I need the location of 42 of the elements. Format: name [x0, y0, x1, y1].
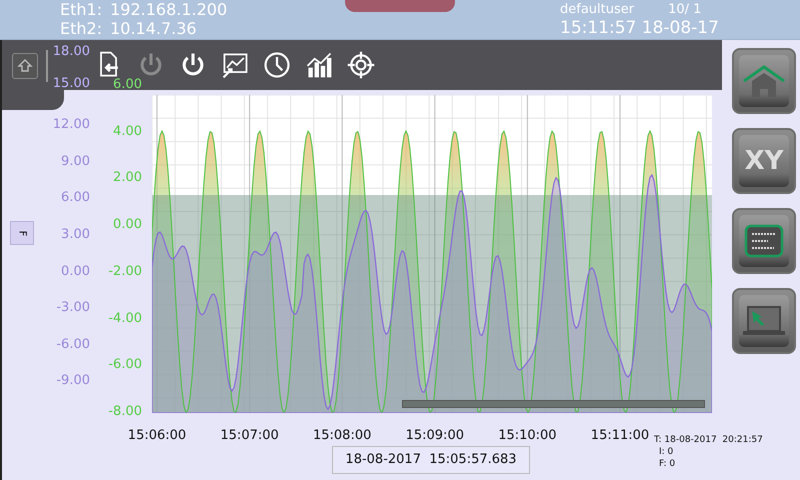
eth2-label: Eth2:	[60, 19, 102, 38]
user-name: defaultuser	[560, 2, 634, 18]
info-text: I: 0	[659, 447, 674, 458]
axis-label: 18.00	[52, 44, 90, 59]
axis-label: 15:07:00	[219, 427, 280, 445]
axis-label: 12.00	[52, 117, 90, 132]
pull-tab[interactable]	[345, 0, 455, 12]
axis-label: 15:08:00	[312, 427, 372, 445]
axis-label: 3.00	[60, 227, 90, 242]
scrollbar[interactable]	[402, 400, 705, 408]
axis-label: 9.00	[60, 154, 90, 169]
date-time: 15:11:57 18-08-17	[560, 18, 719, 38]
binary-button[interactable]	[732, 208, 796, 274]
cursor-time: 18-08-2017 15:05:57.683	[332, 446, 530, 474]
axis-label: 15:10:00	[497, 427, 558, 445]
axis-label: -6.00	[55, 336, 90, 352]
eth1-label: Eth1:	[60, 0, 102, 19]
pointer-button[interactable]	[732, 288, 796, 354]
axis-label: -9.00	[55, 373, 90, 388]
axis-label: 2.00	[112, 170, 142, 186]
axis-label: 0.00	[112, 217, 142, 232]
eth2-address: 10.14.7.36	[110, 19, 197, 38]
axis-label: 15.00	[52, 76, 90, 91]
axis-label: 15:06:00	[126, 427, 188, 445]
side-tab[interactable]: F	[10, 221, 34, 245]
info-text: F: 0	[659, 459, 676, 470]
axis-label: -2.00	[107, 264, 142, 279]
home-button[interactable]	[732, 48, 796, 114]
axis-label: 6.00	[60, 190, 90, 206]
axis-label: -4.00	[107, 310, 142, 326]
axis-label: -3.00	[55, 300, 90, 316]
axis-label: 4.00	[112, 124, 142, 139]
collapse-button[interactable]	[12, 53, 38, 79]
page-counter: 10/ 1	[668, 2, 702, 18]
eth1-address: 192.168.1.200	[110, 0, 228, 19]
axis-label: 6.00	[112, 77, 142, 92]
info-text: T: 18-08-2017 20:21:57	[654, 435, 763, 446]
axis-label: 0.00	[60, 264, 90, 279]
axis-label: -6.00	[107, 357, 142, 372]
axis-label: 15:11:00	[590, 427, 650, 445]
axis-label: 15:09:00	[404, 427, 465, 445]
axis-label: -8.00	[107, 404, 142, 419]
